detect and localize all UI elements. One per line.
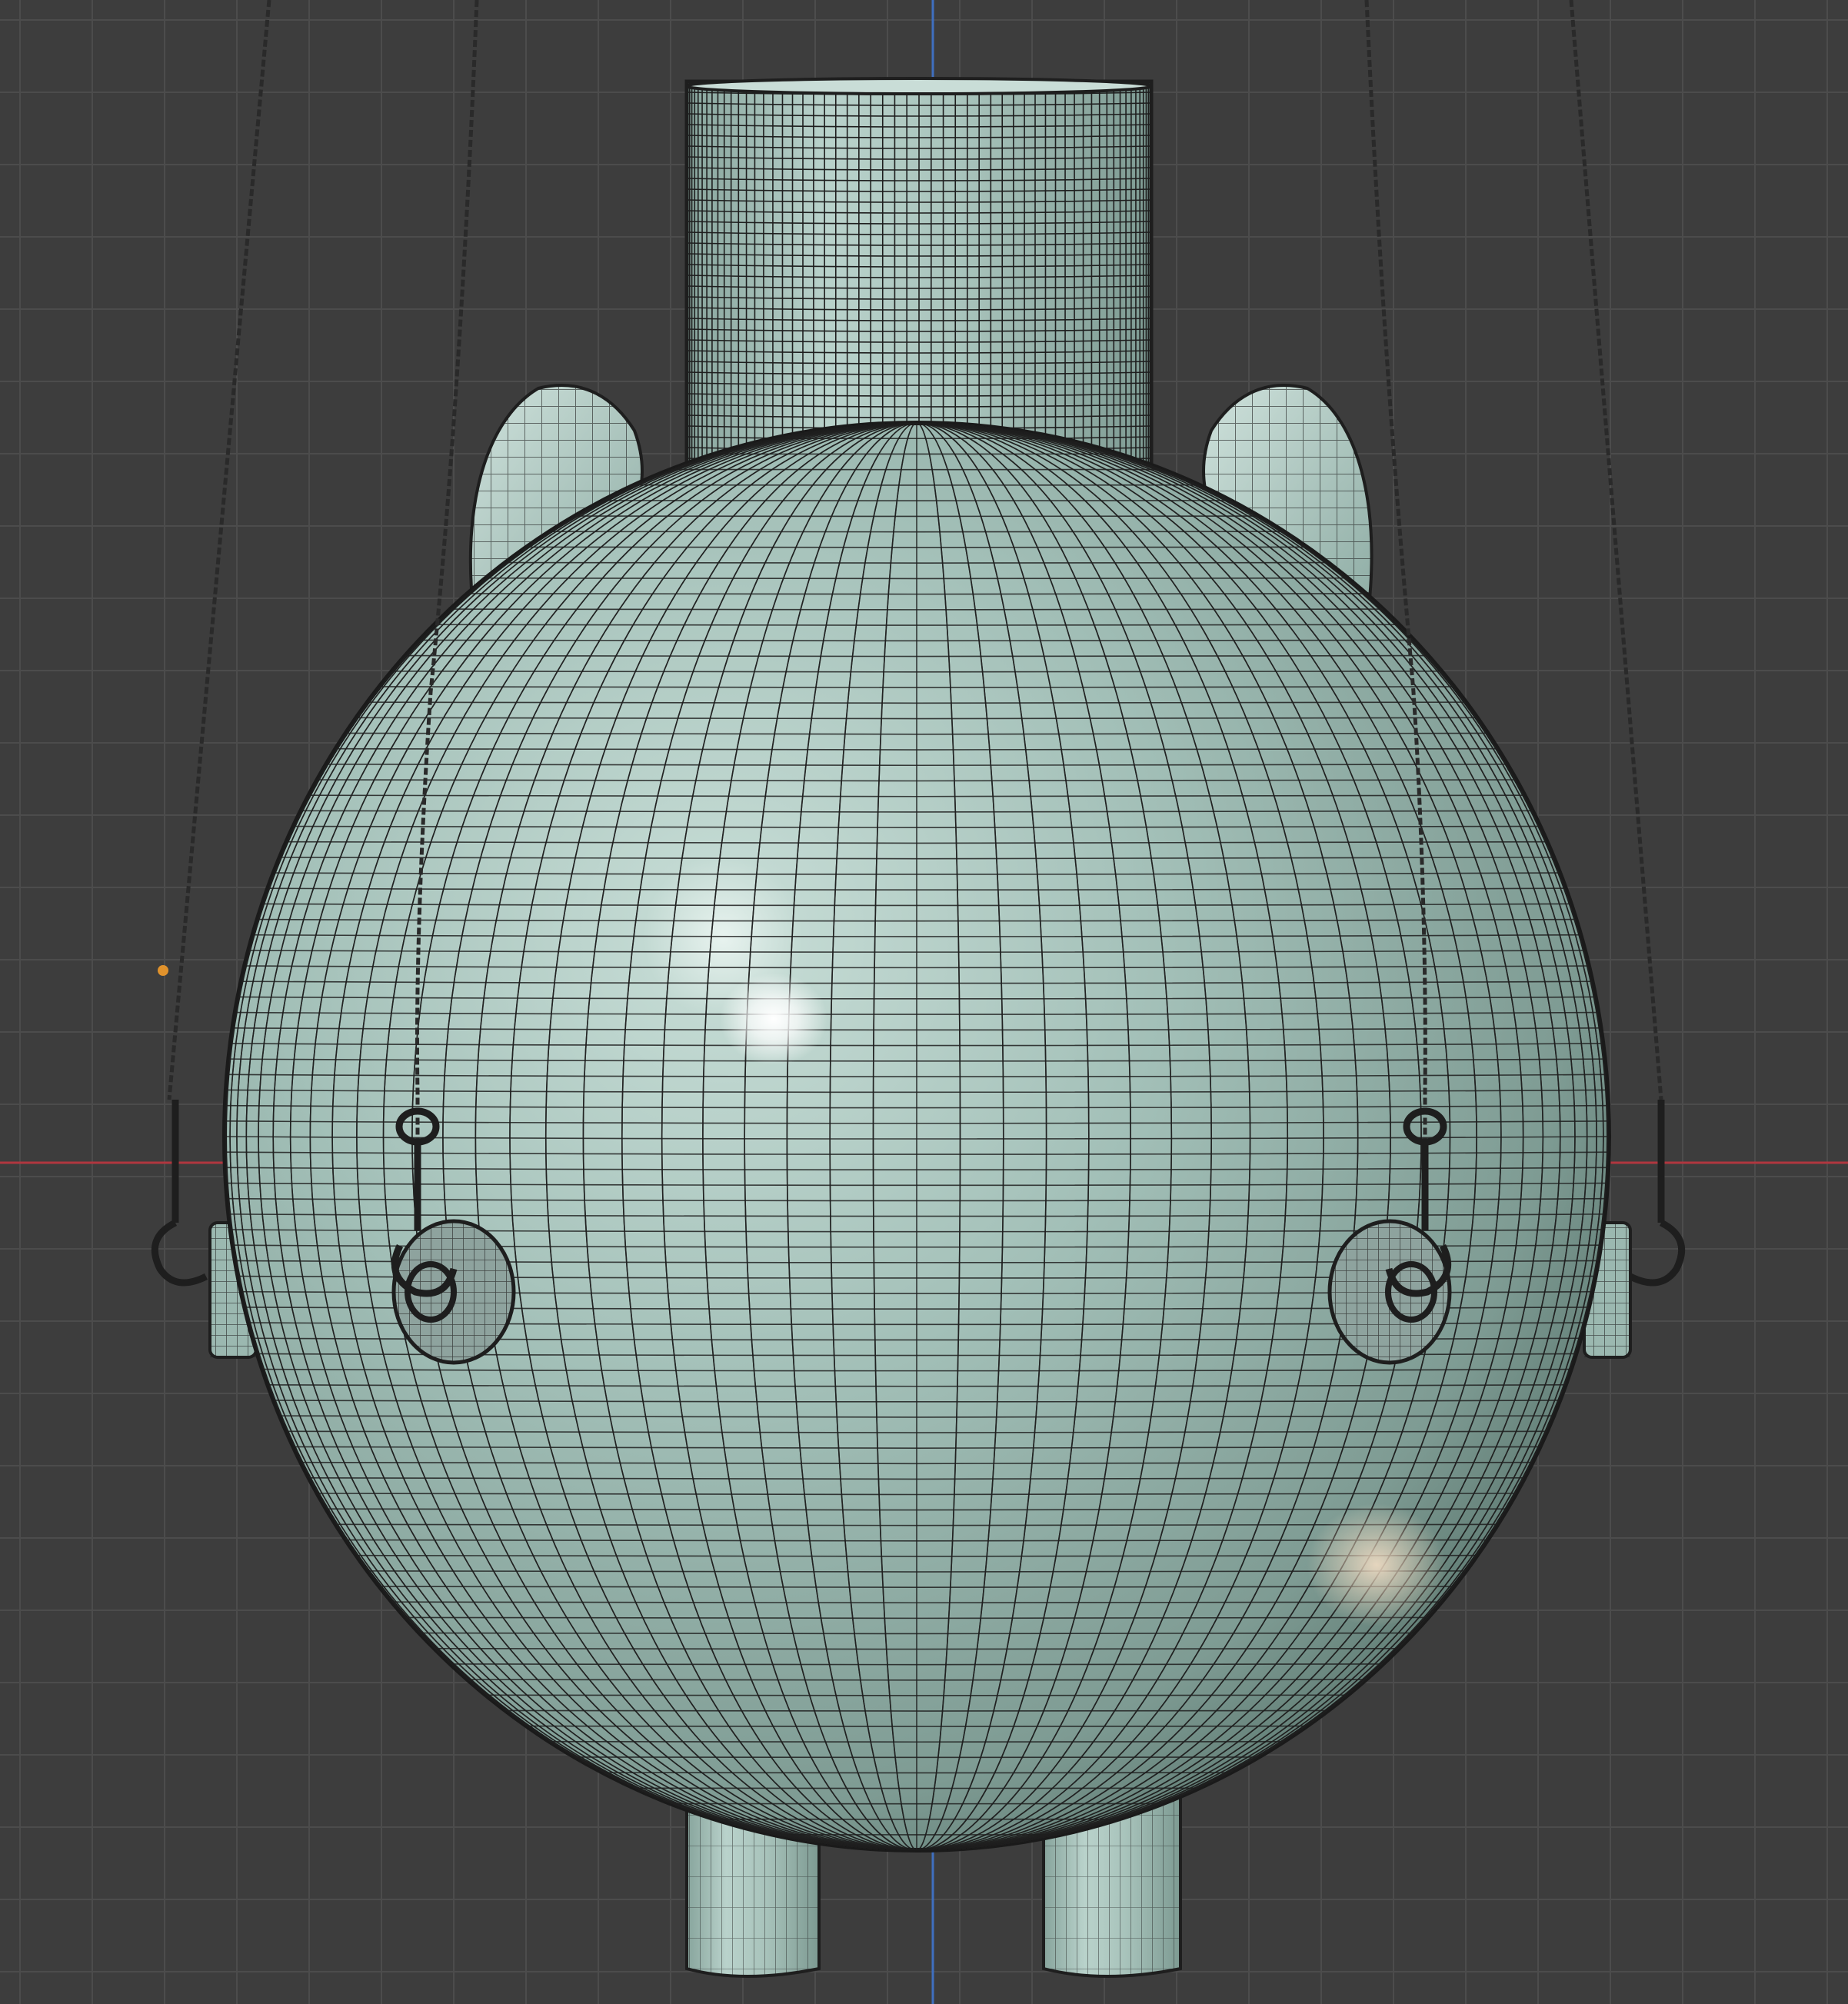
viewport-scene[interactable]: [0, 0, 1848, 2004]
warm-highlight: [1307, 1503, 1446, 1626]
right-turnbuckle-hook[interactable]: [1628, 1100, 1686, 1287]
3d-viewport[interactable]: [0, 0, 1848, 2004]
left-turnbuckle-hook[interactable]: [151, 1100, 208, 1287]
specular-highlight: [720, 973, 827, 1065]
origin-point-icon[interactable]: [158, 965, 168, 976]
